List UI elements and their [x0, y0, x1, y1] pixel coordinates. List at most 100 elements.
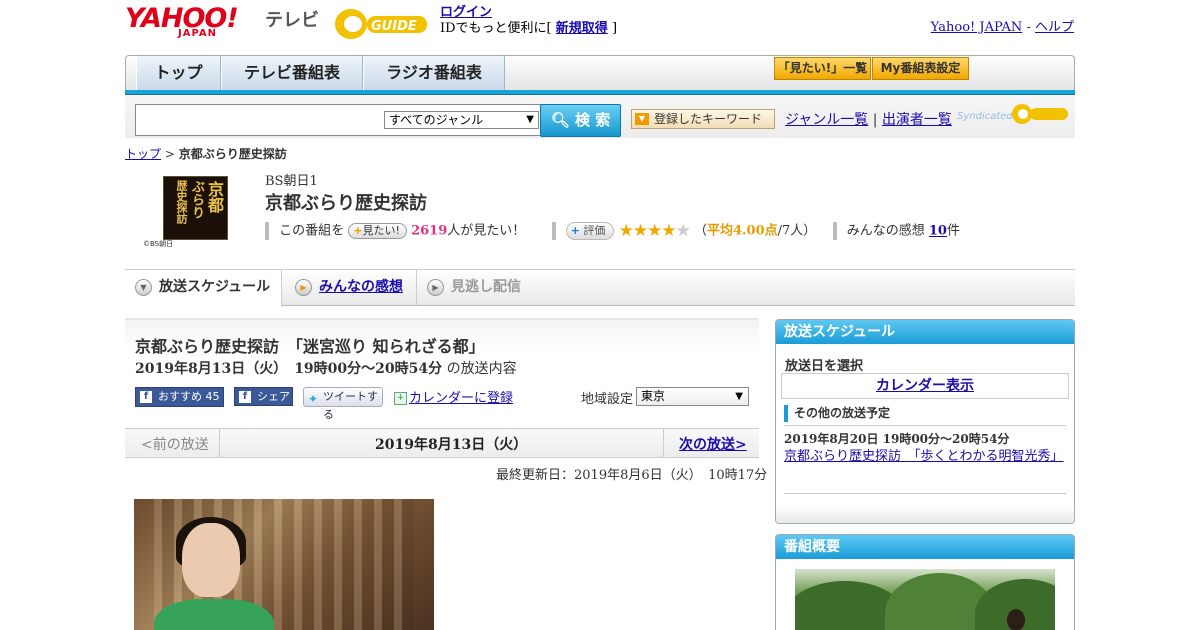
episode-date-row: 2019年8月13日（火） 19時00分～20時54分 の放送内容	[135, 358, 517, 378]
star-icon: ★	[618, 221, 634, 241]
rating-button[interactable]: + 評価	[565, 222, 615, 240]
genre-list-link[interactable]: ジャンル一覧	[785, 112, 868, 128]
sidebar-box-footer	[776, 505, 1074, 523]
facebook-recommend-button[interactable]: f おすすめ 45	[135, 387, 224, 407]
region-select-value: 東京	[641, 389, 666, 403]
other-broadcasts-header: その他の放送予定	[784, 405, 890, 422]
gguide-small-logo	[1010, 102, 1070, 126]
stats-separator	[832, 222, 837, 240]
my-schedule-button[interactable]: My番組表設定	[872, 57, 969, 80]
breadcrumb-current: 京都ぶらり歴史探訪	[178, 147, 287, 161]
stats-separator	[551, 222, 556, 240]
register-link[interactable]: 新規取得	[556, 21, 608, 36]
photo-face	[182, 523, 240, 597]
review-count-link[interactable]: 10	[929, 224, 947, 239]
pager-divider	[219, 429, 220, 457]
other-broadcast-date: 2019年8月20日 19時00分～20時54分	[784, 432, 1010, 446]
star-icon: ★	[632, 221, 648, 241]
tweet-button[interactable]: ✦ ツイートする	[303, 387, 383, 421]
calendar-add-icon: +	[394, 392, 407, 405]
program-channel: BS朝日1	[265, 174, 318, 189]
region-select[interactable]: 東京 ▼	[636, 387, 749, 406]
overview-sidebar-header: 番組概要	[776, 535, 1074, 559]
divider	[784, 425, 1066, 426]
main-nav: トップ テレビ番組表 ラジオ番組表 「見たい!」一覧 My番組表設定	[125, 55, 1075, 91]
tv-logo-text[interactable]: テレビ	[265, 6, 319, 32]
tab-reviews[interactable]: ▶ みんなの感想	[285, 270, 417, 306]
stats-separator	[265, 222, 269, 240]
search-links-divider: |	[872, 112, 878, 128]
dropdown-arrow-icon: ▼	[526, 114, 534, 125]
facebook-share-label: シェア	[257, 390, 290, 403]
rating-button-label: 評価	[583, 224, 606, 237]
yahoo-japan-link[interactable]: Yahoo! JAPAN	[931, 20, 1023, 35]
facebook-share-button[interactable]: f シェア	[234, 387, 293, 406]
mitai-count-suffix: 人が見たい！	[447, 223, 526, 239]
program-stats-row: この番組を +見たい! 2619人が見たい！ + 評価 ★★★★★ （平均4.0…	[265, 221, 960, 241]
episode-title: 京都ぶらり歴史探訪 「迷宮巡り 知られざる都」	[135, 337, 485, 356]
mitai-list-button[interactable]: 「見たい!」一覧	[774, 57, 871, 80]
photo-person-head	[1007, 609, 1025, 630]
dropdown-triangle-icon: ▼	[635, 113, 649, 125]
nav-tab-top[interactable]: トップ	[136, 56, 221, 91]
performer-list-link[interactable]: 出演者一覧	[882, 112, 952, 128]
pager-current-date: 2019年8月13日（火）	[375, 437, 528, 453]
next-broadcast-link[interactable]: 次の放送>	[679, 434, 747, 454]
divider	[784, 493, 1066, 494]
yahoo-japan-logo-text: JAPAN	[178, 28, 217, 39]
tab-schedule[interactable]: ▼ 放送スケジュール	[125, 270, 282, 307]
last-updated: 最終更新日：2019年8月6日（火） 10時17分	[496, 468, 768, 483]
genre-select-value: すべてのジャンル	[389, 113, 484, 127]
mitai-button[interactable]: +見たい!	[348, 223, 407, 239]
facebook-icon: f	[239, 391, 251, 403]
top-link-dash: -	[1026, 20, 1031, 35]
tab-catchup-label: 見逃し配信	[451, 279, 521, 295]
episode-date-suffix: の放送内容	[446, 361, 517, 377]
facebook-recommend-count: 45	[205, 390, 220, 403]
search-button[interactable]: 🔍︎ 検 索	[540, 104, 621, 137]
genre-select[interactable]: すべてのジャンル ▼	[384, 111, 539, 129]
login-link[interactable]: ログイン	[440, 5, 492, 20]
photo-body	[154, 599, 274, 630]
login-box: ログイン IDでもっと便利に[ 新規取得 ]	[440, 5, 617, 37]
review-label: みんなの感想	[846, 223, 925, 239]
pager-divider	[663, 429, 664, 457]
syndicated-label: Syndicated	[957, 111, 1013, 122]
twitter-bird-icon: ✦	[308, 392, 319, 406]
help-link[interactable]: ヘルプ	[1035, 20, 1074, 35]
gguide-logo-text: GUIDE	[371, 19, 417, 34]
calendar-register[interactable]: + カレンダーに登録	[394, 387, 513, 406]
nav-tab-tv-schedule[interactable]: テレビ番組表	[221, 56, 363, 91]
chevron-down-icon: ▼	[135, 279, 152, 296]
calendar-display-link[interactable]: カレンダー表示	[876, 378, 974, 394]
nav-tab-radio-schedule[interactable]: ラジオ番組表	[363, 56, 505, 91]
login-sub-prefix: IDでもっと便利に[	[440, 21, 552, 36]
avg-open: （	[693, 223, 707, 239]
region-label: 地域設定	[581, 392, 634, 407]
gguide-logo: GUIDE	[333, 6, 433, 42]
top-right-links: Yahoo! JAPAN - ヘルプ	[931, 16, 1074, 35]
breadcrumb-top-link[interactable]: トップ	[125, 147, 161, 161]
rating-average: 平均4.00点	[706, 223, 778, 239]
facebook-recommend-label: おすすめ	[158, 390, 202, 403]
thumbnail-text-1: 京都	[205, 181, 224, 213]
plus-icon: +	[570, 224, 580, 237]
dropdown-arrow-icon: ▼	[735, 391, 743, 402]
program-thumbnail: 京都 ぶらり 歴史探訪	[163, 176, 228, 240]
calendar-display-box[interactable]: カレンダー表示	[781, 373, 1069, 399]
facebook-icon: f	[140, 391, 152, 403]
rating-stars: ★★★★★	[618, 221, 691, 241]
this-program-label: この番組を	[279, 223, 345, 239]
thumbnail-text-2: ぶらり	[189, 180, 204, 219]
calendar-register-link[interactable]: カレンダーに登録	[409, 391, 513, 406]
schedule-sidebar-header: 放送スケジュール	[776, 320, 1074, 344]
other-broadcast-link[interactable]: 京都ぶらり歴史探訪 「歩くとわかる明智光秀」	[784, 447, 1064, 466]
search-icon: 🔍︎	[550, 111, 570, 129]
tab-catchup: ▶ 見逃し配信	[417, 270, 547, 306]
registered-keyword-label: 登録したキーワード	[654, 112, 763, 126]
registered-keyword-button[interactable]: ▼ 登録したキーワード	[631, 109, 775, 129]
chevron-right-icon: ▶	[295, 279, 312, 296]
mitai-count: 2619	[411, 223, 448, 239]
program-copyright: ©BS朝日	[143, 240, 174, 248]
episode-date: 2019年8月13日（火） 19時00分～20時54分	[135, 361, 443, 377]
